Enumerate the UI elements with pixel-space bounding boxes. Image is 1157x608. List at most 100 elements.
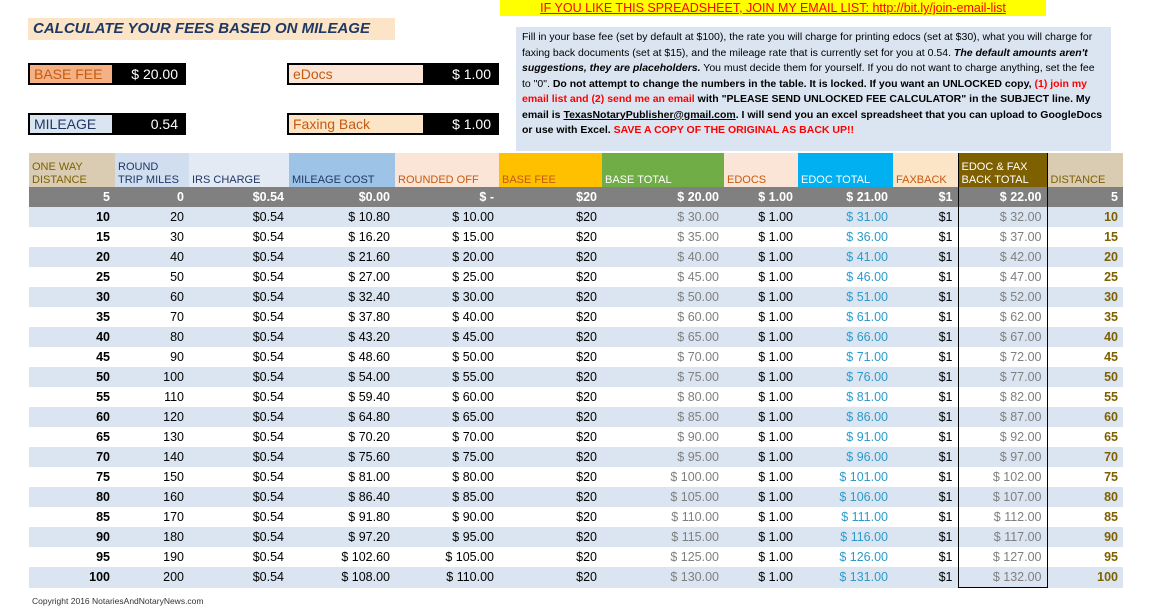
table-cell: $ 1.00: [758, 510, 793, 524]
table-cell: $ 67.00: [957, 327, 1048, 347]
table-cell: $1: [893, 447, 958, 467]
table-cell: $0.54: [189, 447, 289, 467]
column-header: FAXBACK: [893, 153, 958, 187]
copyright-text: Copyright 2016 NotariesAndNotaryNews.com: [32, 596, 204, 606]
column-header: ROUND TRIP MILES: [115, 153, 189, 187]
table-cell: $0.54: [252, 470, 284, 484]
table-cell: $1: [938, 390, 953, 404]
table-cell: $20: [576, 230, 597, 244]
table-cell: 110: [164, 390, 184, 404]
table-cell: $ 1.00: [724, 447, 798, 467]
table-cell: $ 1.00: [758, 270, 793, 284]
table-cell: 25: [1104, 270, 1118, 284]
table-cell: 65: [96, 430, 110, 444]
table-cell: $0.54: [189, 527, 289, 547]
table-cell: $20: [499, 207, 602, 227]
table-cell: 160: [115, 487, 189, 507]
table-cell: 55: [1104, 390, 1118, 404]
table-cell: $ 96.00: [798, 447, 893, 467]
table-cell: $ 65.00: [602, 327, 724, 347]
table-cell: $ 1.00: [724, 207, 798, 227]
table-row: 35 70 $0.54 $ 37.80 $ 40.00 $20 $ 60.00 $ 1.00 $…: [29, 307, 1123, 327]
edocs-input[interactable]: eDocs $ 1.00: [287, 63, 499, 85]
table-cell: $20: [499, 247, 602, 267]
table-cell: $ 1.00: [758, 550, 793, 564]
column-header: BASE TOTAL: [602, 153, 724, 187]
mileage-input[interactable]: MILEAGE 0.54: [28, 113, 186, 135]
table-cell: 55: [96, 390, 110, 404]
mileage-label: MILEAGE: [30, 115, 112, 133]
table-cell: 90: [170, 350, 184, 364]
table-cell: 15: [96, 230, 110, 244]
table-row: 70 140 $0.54 $ 75.60 $ 75.00 $20 $ 95.00 $ 1.00…: [29, 447, 1123, 467]
column-header: EDOCS: [724, 153, 798, 187]
table-cell: $ 37.80: [348, 310, 390, 324]
table-cell: $ 125.00: [670, 550, 719, 564]
table-cell: $20: [499, 567, 602, 588]
table-cell: $ 35.00: [677, 230, 719, 244]
table-cell: $1: [893, 207, 958, 227]
table-cell: $ 126.00: [839, 550, 888, 564]
table-cell: $20: [499, 487, 602, 507]
table-cell: $1: [938, 470, 953, 484]
table-cell: $ 41.00: [798, 247, 893, 267]
table-cell: $ 50.00: [602, 287, 724, 307]
edocs-value[interactable]: $ 1.00: [423, 65, 497, 83]
column-header: ONE WAY DISTANCE: [29, 153, 115, 187]
table-row: 30 60 $0.54 $ 32.40 $ 30.00 $20 $ 50.00 $ 1.00 $…: [29, 287, 1123, 307]
table-cell: $ 95.00: [602, 447, 724, 467]
mileage-value[interactable]: 0.54: [112, 115, 184, 133]
table-cell: 60: [1047, 407, 1123, 427]
table-cell: $ 21.60: [289, 247, 395, 267]
table-cell: $ 1.00: [724, 187, 798, 207]
table-cell: $ 60.00: [677, 310, 719, 324]
table-cell: 180: [115, 527, 189, 547]
table-cell: $1: [893, 567, 958, 588]
table-cell: 0: [115, 187, 189, 207]
column-header: EDOC & FAX BACK TOTAL: [957, 153, 1048, 187]
email-list-banner[interactable]: IF YOU LIKE THIS SPREADSHEET, JOIN MY EM…: [500, 0, 1046, 16]
table-cell: 75: [1104, 470, 1118, 484]
table-cell: 10: [29, 207, 115, 227]
table-cell: $1: [938, 230, 953, 244]
fee-table: ONE WAY DISTANCE ROUND TRIP MILES IRS CHAR…: [29, 153, 1123, 588]
table-cell: $ 36.00: [846, 230, 888, 244]
table-cell: $ -: [395, 187, 499, 207]
table-cell: $ 1.00: [724, 247, 798, 267]
table-cell: $1: [893, 407, 958, 427]
base-fee-label: BASE FEE: [30, 65, 112, 83]
table-cell: 70: [170, 310, 184, 324]
table-cell: $1: [938, 510, 953, 524]
base-fee-input[interactable]: BASE FEE $ 20.00: [28, 63, 186, 85]
table-cell: 170: [163, 510, 184, 524]
table-cell: $ 46.00: [846, 270, 888, 284]
table-cell: $ 106.00: [798, 487, 893, 507]
table-cell: $ 40.00: [452, 310, 494, 324]
table-cell: $ 21.00: [798, 187, 893, 207]
table-row: 85 170 $0.54 $ 91.80 $ 90.00 $20 $ 110.00 $ 1.0…: [29, 507, 1123, 527]
table-cell: $20: [499, 327, 602, 347]
faxing-back-value[interactable]: $ 1.00: [423, 115, 497, 133]
table-cell: 45: [1104, 350, 1118, 364]
table-cell: $ 66.00: [798, 327, 893, 347]
table-cell: $ 85.00: [395, 487, 499, 507]
table-cell: $0.54: [252, 350, 284, 364]
base-fee-value[interactable]: $ 20.00: [112, 65, 184, 83]
column-header: DISTANCE: [1047, 153, 1123, 187]
table-cell: $ 1.00: [724, 367, 798, 387]
table-cell: $0.54: [252, 230, 284, 244]
table-cell: $ 102.60: [341, 550, 390, 564]
table-cell: $0.54: [189, 207, 289, 227]
table-cell: $ 1.00: [724, 527, 798, 547]
table-row: 10 20 $0.54 $ 10.80 $ 10.00 $20 $ 30.00 $ 1.00 $…: [29, 207, 1123, 227]
table-cell: $ 72.00: [957, 347, 1048, 367]
table-cell: $ 1.00: [758, 430, 793, 444]
faxing-back-input[interactable]: Faxing Back $ 1.00: [287, 113, 499, 135]
table-cell: 150: [163, 470, 184, 484]
email-link[interactable]: TexasNotaryPublisher@gmail.com: [563, 109, 735, 121]
table-cell: 35: [96, 310, 110, 324]
table-cell: $ 32.40: [289, 287, 395, 307]
table-cell: $ 81.00: [348, 470, 390, 484]
table-cell: 200: [115, 567, 189, 588]
table-cell: $ 70.00: [677, 350, 719, 364]
